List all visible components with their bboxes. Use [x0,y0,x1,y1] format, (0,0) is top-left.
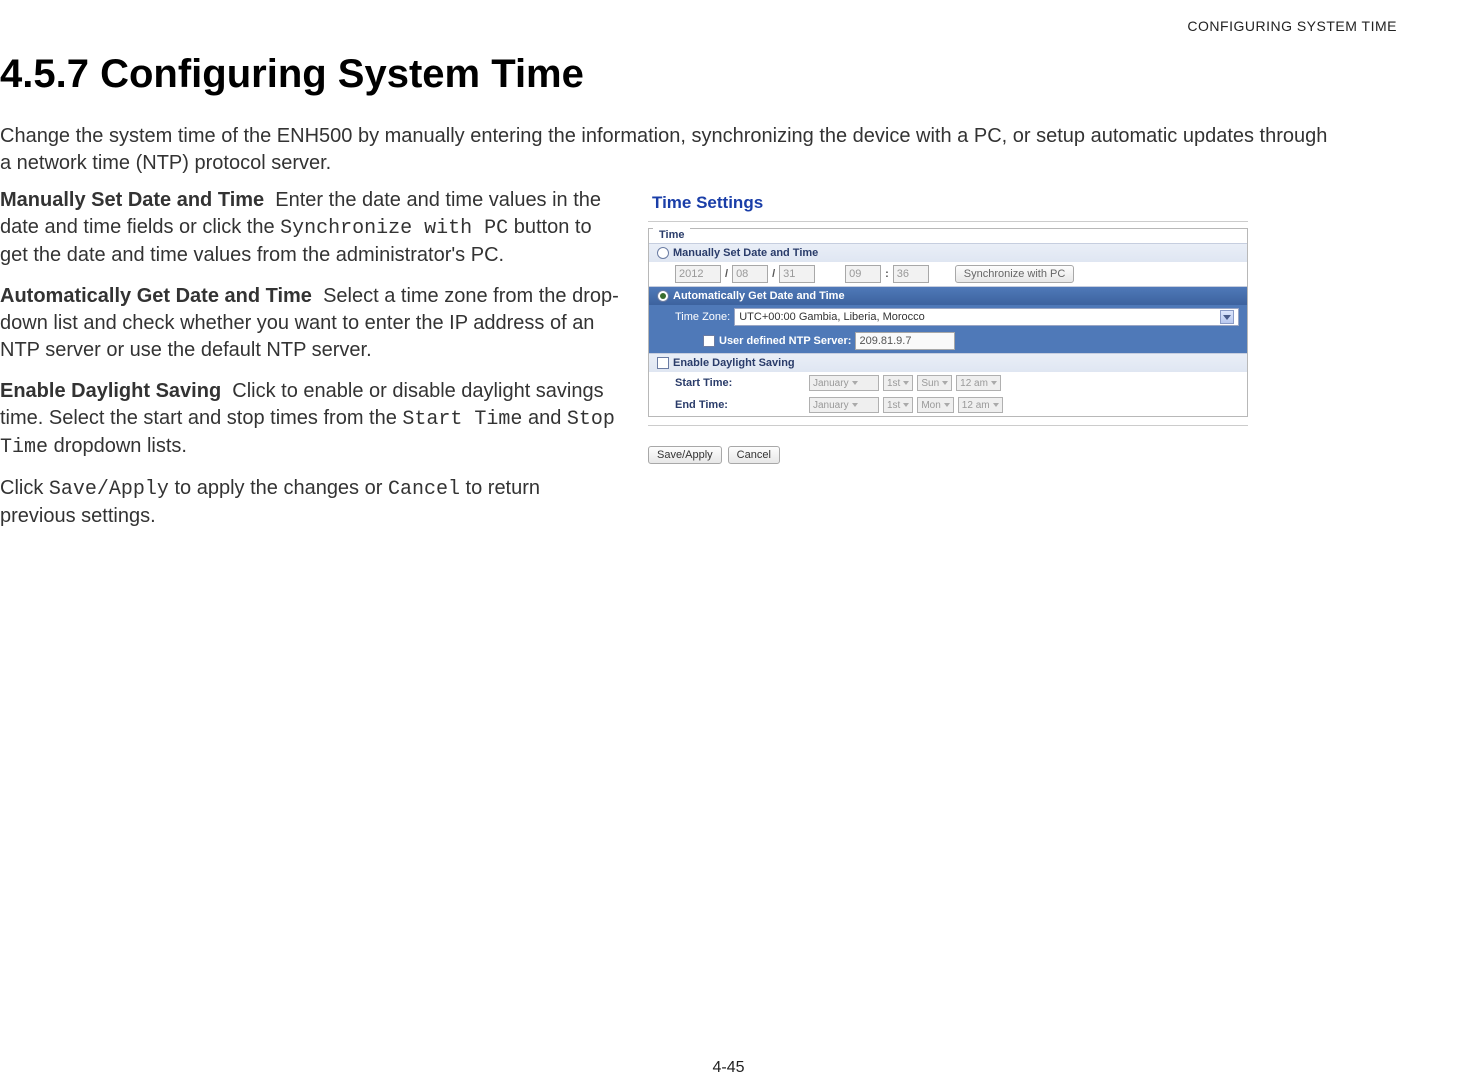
end-week-value: 1st [887,400,900,411]
save-code1: Save/Apply [49,478,169,501]
chevron-down-icon [1220,310,1234,324]
dst-body-post: dropdown lists. [48,435,187,457]
start-day-select[interactable]: Sun [917,375,952,391]
start-week-value: 1st [887,378,900,389]
chevron-down-icon [942,381,948,385]
month-input[interactable]: 08 [732,265,768,283]
tz-label: Time Zone: [675,311,730,323]
minute-input[interactable]: 36 [893,265,929,283]
end-day-select[interactable]: Mon [917,397,953,413]
radio-dot-icon [660,293,666,299]
year-input[interactable]: 2012 [675,265,721,283]
chevron-down-icon [852,381,858,385]
date-sep-2: / [772,268,775,280]
manual-label: Manually Set Date and Time [673,247,818,259]
manual-radio[interactable] [657,247,669,259]
start-hour-value: 12 am [960,378,988,389]
page-number: 4-45 [0,1059,1457,1077]
sync-pc-button[interactable]: Synchronize with PC [955,265,1075,283]
start-day-value: Sun [921,378,939,389]
section-number: 4.5.7 [0,52,89,96]
end-month-value: January [813,400,849,411]
start-time-label: Start Time: [675,377,805,389]
start-hour-select[interactable]: 12 am [956,375,1001,391]
chevron-down-icon [903,381,909,385]
hour-input[interactable]: 09 [845,265,881,283]
end-week-select[interactable]: 1st [883,397,913,413]
save-block: Click Save/Apply to apply the changes or… [0,475,620,530]
dst-label: Enable Daylight Saving [673,357,795,369]
section-title: Configuring System Time [100,52,584,96]
save-mid: to apply the changes or [169,477,388,499]
auto-label: Automatically Get Date and Time [673,290,845,302]
fieldset-legend: Time [653,227,690,243]
auto-header-row: Automatically Get Date and Time [649,286,1247,305]
start-month-value: January [813,378,849,389]
day-input[interactable]: 31 [779,265,815,283]
manual-header-row: Manually Set Date and Time [649,243,1247,262]
timezone-select[interactable]: UTC+00:00 Gambia, Liberia, Morocco [734,308,1239,326]
save-code2: Cancel [388,478,460,501]
ntp-label: User defined NTP Server: [719,335,851,347]
manual-term: Manually Set Date and Time [0,189,264,211]
ntp-input[interactable]: 209.81.9.7 [855,332,955,350]
time-sep: : [885,268,889,280]
running-head: CONFIGURING SYSTEM TIME [0,18,1397,34]
start-month-select[interactable]: January [809,375,879,391]
dst-term: Enable Daylight Saving [0,380,221,402]
manual-code: Synchronize with PC [280,217,508,240]
chevron-down-icon [852,403,858,407]
description-column: Manually Set Date and Time Enter the dat… [0,187,620,544]
section-heading: 4.5.7 Configuring System Time [0,52,1397,97]
ntp-checkbox[interactable] [703,335,715,347]
end-hour-value: 12 am [962,400,990,411]
dst-checkbox[interactable] [657,357,669,369]
time-settings-screenshot: Time Settings Time Manually Set Date and… [648,187,1248,464]
auto-radio[interactable] [657,290,669,302]
end-month-select[interactable]: January [809,397,879,413]
chevron-down-icon [944,403,950,407]
divider [648,425,1248,426]
save-apply-button[interactable]: Save/Apply [648,446,722,464]
dst-code1: Start Time [402,408,522,431]
intro-paragraph: Change the system time of the ENH500 by … [0,123,1330,177]
dst-mid: and [522,407,566,429]
dst-header-row: Enable Daylight Saving [649,353,1247,372]
date-sep-1: / [725,268,728,280]
cancel-button[interactable]: Cancel [728,446,780,464]
manual-block: Manually Set Date and Time Enter the dat… [0,187,620,269]
auto-block: Automatically Get Date and Time Select a… [0,283,620,364]
timezone-value: UTC+00:00 Gambia, Liberia, Morocco [739,311,925,323]
start-week-select[interactable]: 1st [883,375,913,391]
save-pre: Click [0,477,49,499]
chevron-down-icon [993,403,999,407]
panel-title: Time Settings [648,187,1248,222]
chevron-down-icon [991,381,997,385]
end-day-value: Mon [921,400,940,411]
chevron-down-icon [903,403,909,407]
end-hour-select[interactable]: 12 am [958,397,1003,413]
dst-block: Enable Daylight Saving Click to enable o… [0,378,620,461]
end-time-label: End Time: [675,399,805,411]
auto-term: Automatically Get Date and Time [0,285,312,307]
